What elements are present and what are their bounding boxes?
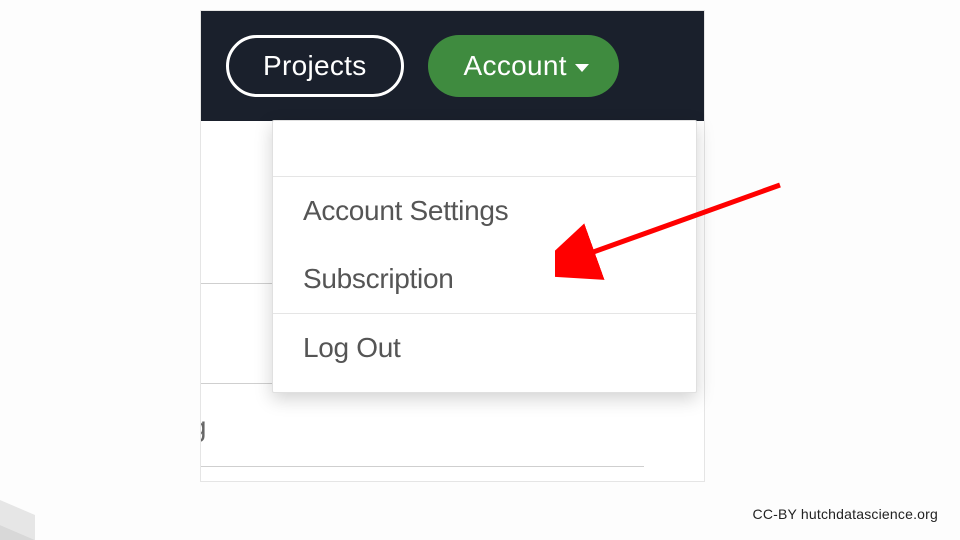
- account-dropdown-button[interactable]: Account: [428, 35, 619, 97]
- caret-down-icon: [575, 64, 589, 72]
- background-divider: [200, 466, 644, 467]
- background-text-fragment: odi: [200, 321, 202, 353]
- menu-item-account-settings[interactable]: Account Settings: [273, 177, 696, 245]
- projects-button[interactable]: Projects: [226, 35, 404, 97]
- account-button-label: Account: [464, 50, 567, 82]
- attribution-text: CC-BY hutchdatascience.org: [753, 506, 938, 522]
- account-dropdown-menu: Account Settings Subscription Log Out: [272, 120, 697, 393]
- background-text-fragment: ; ag: [200, 411, 206, 443]
- menu-item-subscription[interactable]: Subscription: [273, 245, 696, 313]
- top-navbar: Projects Account: [201, 11, 704, 121]
- menu-item-log-out[interactable]: Log Out: [273, 314, 696, 382]
- corner-decoration-icon: [0, 470, 70, 540]
- background-text-fragment: ou': [200, 201, 201, 233]
